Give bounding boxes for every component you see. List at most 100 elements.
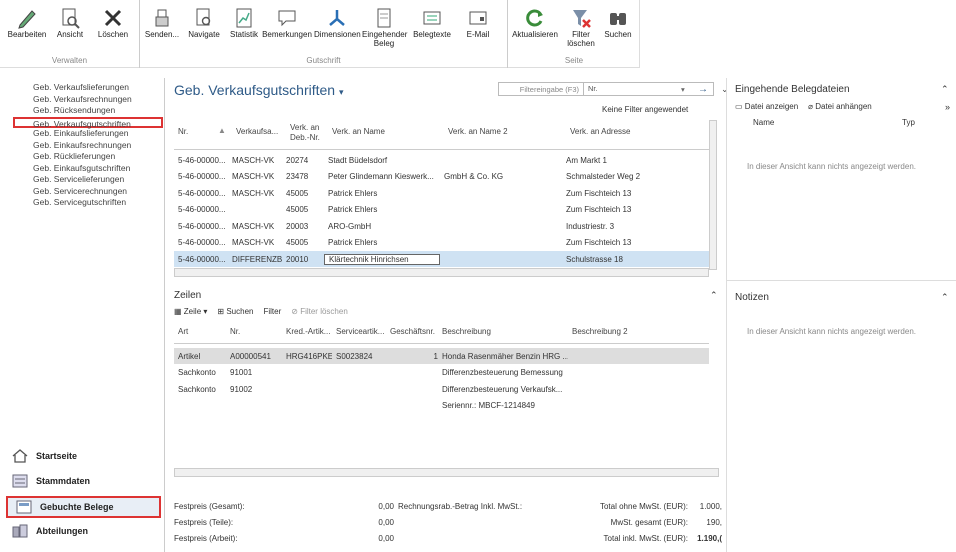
nav-item-servicerechnungen[interactable]: Geb. Servicerechnungen (0, 186, 164, 198)
show-file-button[interactable]: ▭ Datei anzeigen (735, 102, 798, 111)
lines-col-serviceartik[interactable]: Serviceartik... (332, 320, 386, 343)
email-button[interactable]: E-Mail (458, 6, 498, 39)
table-row[interactable]: 5-46-00000... MASCH-VK 45005 Patrick Ehlers… (174, 235, 709, 251)
table-row[interactable]: 5-46-00000... MASCH-VK 20274 Stadt Büdelsdo… (174, 152, 709, 168)
collapse-notes-icon[interactable]: ⌃ (941, 292, 949, 303)
column-header-name[interactable]: Verk. an Name (328, 120, 444, 149)
column-header-verkaufsart[interactable]: Verkaufsa... (232, 120, 286, 149)
total-label: Total ohne MwSt. (EUR): (599, 501, 688, 511)
group-label-seite: Seite (564, 56, 584, 65)
vertical-scrollbar[interactable] (709, 120, 717, 270)
table-row[interactable]: 5-46-00000... MASCH-VK 20003 ARO-GmbH Indust… (174, 218, 709, 234)
lines-toolbar-filter-clear[interactable]: ⊘ Filter löschen (291, 307, 348, 316)
edit-button-label: Bearbeiten (7, 30, 47, 39)
send-button[interactable]: Senden... (144, 6, 180, 39)
dimensions-button[interactable]: Dimensionen (314, 6, 361, 39)
collapse-lines-icon[interactable]: ⌃ (710, 290, 718, 301)
nav-item-einkaufsrechnungen[interactable]: Geb. Einkaufsrechnungen (0, 140, 164, 152)
clear-filter-button[interactable]: Filter löschen (564, 6, 598, 48)
column-header-name2[interactable]: Verk. an Name 2 (444, 120, 566, 149)
table-header: Nr. ▲ Verkaufsa... Verk. an Deb.-Nr. Ver… (174, 120, 709, 150)
incoming-document-button[interactable]: Eingehender Beleg (362, 6, 407, 48)
email-button-label: E-Mail (466, 30, 490, 39)
statistics-button[interactable]: Statistik (226, 6, 262, 39)
table-cell: DIFFERENZB (232, 254, 282, 264)
column-header-nr[interactable]: Nr. (174, 120, 218, 149)
table-row[interactable]: 5-46-00000... 45005 Patrick Ehlers Zum Fisc… (174, 202, 709, 218)
refresh-button[interactable]: Aktualisieren (510, 6, 560, 39)
lines-col-beschreibung2[interactable]: Beschreibung 2 (568, 320, 648, 343)
nav-item-servicelieferungen[interactable]: Geb. Servicelieferungen (0, 174, 164, 186)
lines-horizontal-scrollbar[interactable] (174, 468, 719, 477)
nav-item-verkaufsrechnungen[interactable]: Geb. Verkaufsrechnungen (0, 94, 164, 106)
column-header-adresse[interactable]: Verk. an Adresse (566, 120, 709, 149)
delete-button[interactable]: Löschen (92, 6, 134, 39)
edit-button[interactable]: Bearbeiten (6, 6, 48, 39)
horizontal-scrollbar[interactable] (174, 268, 709, 277)
page-title: Geb. Verkaufsgutschriften ▾ (174, 82, 344, 98)
table-row[interactable]: 5-46-00000... MASCH-VK 23478 Peter Glindema… (174, 169, 709, 185)
nav-item-ruecklieferungen[interactable]: Geb. Rücklieferungen (0, 151, 164, 163)
nav-item-ruecksendungen[interactable]: Geb. Rücksendungen (0, 105, 164, 117)
lines-toolbar-suchen[interactable]: ⊞ Suchen (217, 307, 253, 316)
arrow-right-icon[interactable]: → (693, 84, 713, 95)
document-texts-button[interactable]: Belegtexte (408, 6, 456, 39)
lines-col-art[interactable]: Art (174, 320, 226, 343)
nav-button-stammdaten[interactable]: Stammdaten (0, 470, 165, 492)
view-button-label: Ansicht (56, 30, 84, 39)
group-seite: Aktualisieren Filter löschen Suchen Seit… (508, 0, 640, 68)
chevron-down-icon[interactable]: ▾ (681, 85, 693, 94)
lines-col-nr[interactable]: Nr. (226, 320, 282, 343)
comments-button[interactable]: Bemerkungen (262, 6, 312, 39)
lines-cell: 1 (433, 351, 438, 361)
clear-filter-icon (573, 10, 591, 28)
navigate-button[interactable]: Navigate (184, 6, 224, 39)
group-label-gutschrift: Gutschrift (306, 56, 341, 65)
collapse-incoming-icon[interactable]: ⌃ (941, 84, 949, 95)
column-header-debitor[interactable]: Verk. an Deb.-Nr. (286, 120, 328, 149)
attach-file-button[interactable]: ⌀ Datei anhängen (808, 102, 872, 111)
incoming-col-type[interactable]: Typ (902, 118, 915, 127)
lines-header: Art Nr. Kred.-Artik... Serviceartik... G… (174, 320, 709, 344)
nav-button-stammdaten-label: Stammdaten (36, 476, 91, 486)
lines-cell: 91001 (230, 368, 253, 377)
refresh-button-label: Aktualisieren (512, 30, 558, 39)
lines-col-beschreibung[interactable]: Beschreibung (438, 320, 568, 343)
lines-cell: HRG416PKEA (286, 351, 332, 361)
table-cell: Peter Glindemann Kieswerk... (328, 172, 434, 181)
total-label: Total inkl. MwSt. (EUR): (603, 533, 688, 543)
nav-button-abteilungen[interactable]: Abteilungen (0, 520, 165, 542)
clear-filter-button-label: Filter löschen (567, 30, 595, 48)
lines-toolbar-filter[interactable]: Filter (263, 307, 281, 316)
nav-item-verkaufsgutschriften[interactable]: Geb. Verkaufsgutschriften (13, 116, 163, 129)
nav-button-startseite[interactable]: Startseite (0, 445, 165, 467)
lines-row[interactable]: Sachkonto 91001 Differenzbesteuerung Bemes… (174, 365, 709, 381)
group-verwalten: Bearbeiten Ansicht Löschen Verwalten (0, 0, 140, 68)
lines-col-geschaeftsnr[interactable]: Geschäftsnr. (386, 320, 438, 343)
title-dropdown-icon[interactable]: ▾ (339, 87, 344, 97)
filter-input[interactable]: Filtereingabe (F3) (499, 85, 583, 94)
filter-field-select[interactable]: Nr. (583, 83, 681, 95)
table-row[interactable]: 5-46-00000... MASCH-VK 45005 Patrick Ehlers… (174, 185, 709, 201)
view-button[interactable]: Ansicht (52, 6, 88, 39)
table-cell: Zum Fischteich 13 (566, 188, 632, 198)
lines-col-kredartik[interactable]: Kred.-Artik... (282, 320, 332, 343)
incoming-col-name[interactable]: Name (753, 118, 774, 127)
lines-row[interactable]: Seriennr.: MBCF-1214849 (174, 398, 709, 414)
nav-item-einkaufslieferungen[interactable]: Geb. Einkaufslieferungen (0, 128, 164, 140)
grid-icon: ▦ (174, 307, 182, 316)
more-icon[interactable]: » (945, 102, 950, 112)
nav-item-einkaufsgutschriften[interactable]: Geb. Einkaufsgutschriften (0, 163, 164, 175)
document-texts-button-label: Belegtexte (413, 30, 451, 39)
lines-row[interactable]: Artikel A00000541 HRG416PKEA S0023824 1 Honda… (174, 348, 709, 364)
lines-toolbar-zeile[interactable]: ▦ Zeile ▾ (174, 307, 207, 316)
nav-item-verkaufslieferungen[interactable]: Geb. Verkaufslieferungen (0, 82, 164, 94)
view-icon (62, 8, 80, 29)
nav-button-gebuchte-belege[interactable]: Gebuchte Belege (6, 496, 161, 518)
table-cell: 5-46-00000... (178, 254, 226, 264)
table-row[interactable]: 5-46-00000... DIFFERENZB 20010 Klärtechnik … (174, 251, 709, 267)
nav-item-servicegutschriften[interactable]: Geb. Servicegutschriften (0, 197, 164, 209)
find-button[interactable]: Suchen (600, 6, 636, 39)
table-cell: MASCH-VK (232, 221, 275, 231)
lines-row[interactable]: Sachkonto 91002 Differenzbesteuerung Verka… (174, 381, 709, 397)
